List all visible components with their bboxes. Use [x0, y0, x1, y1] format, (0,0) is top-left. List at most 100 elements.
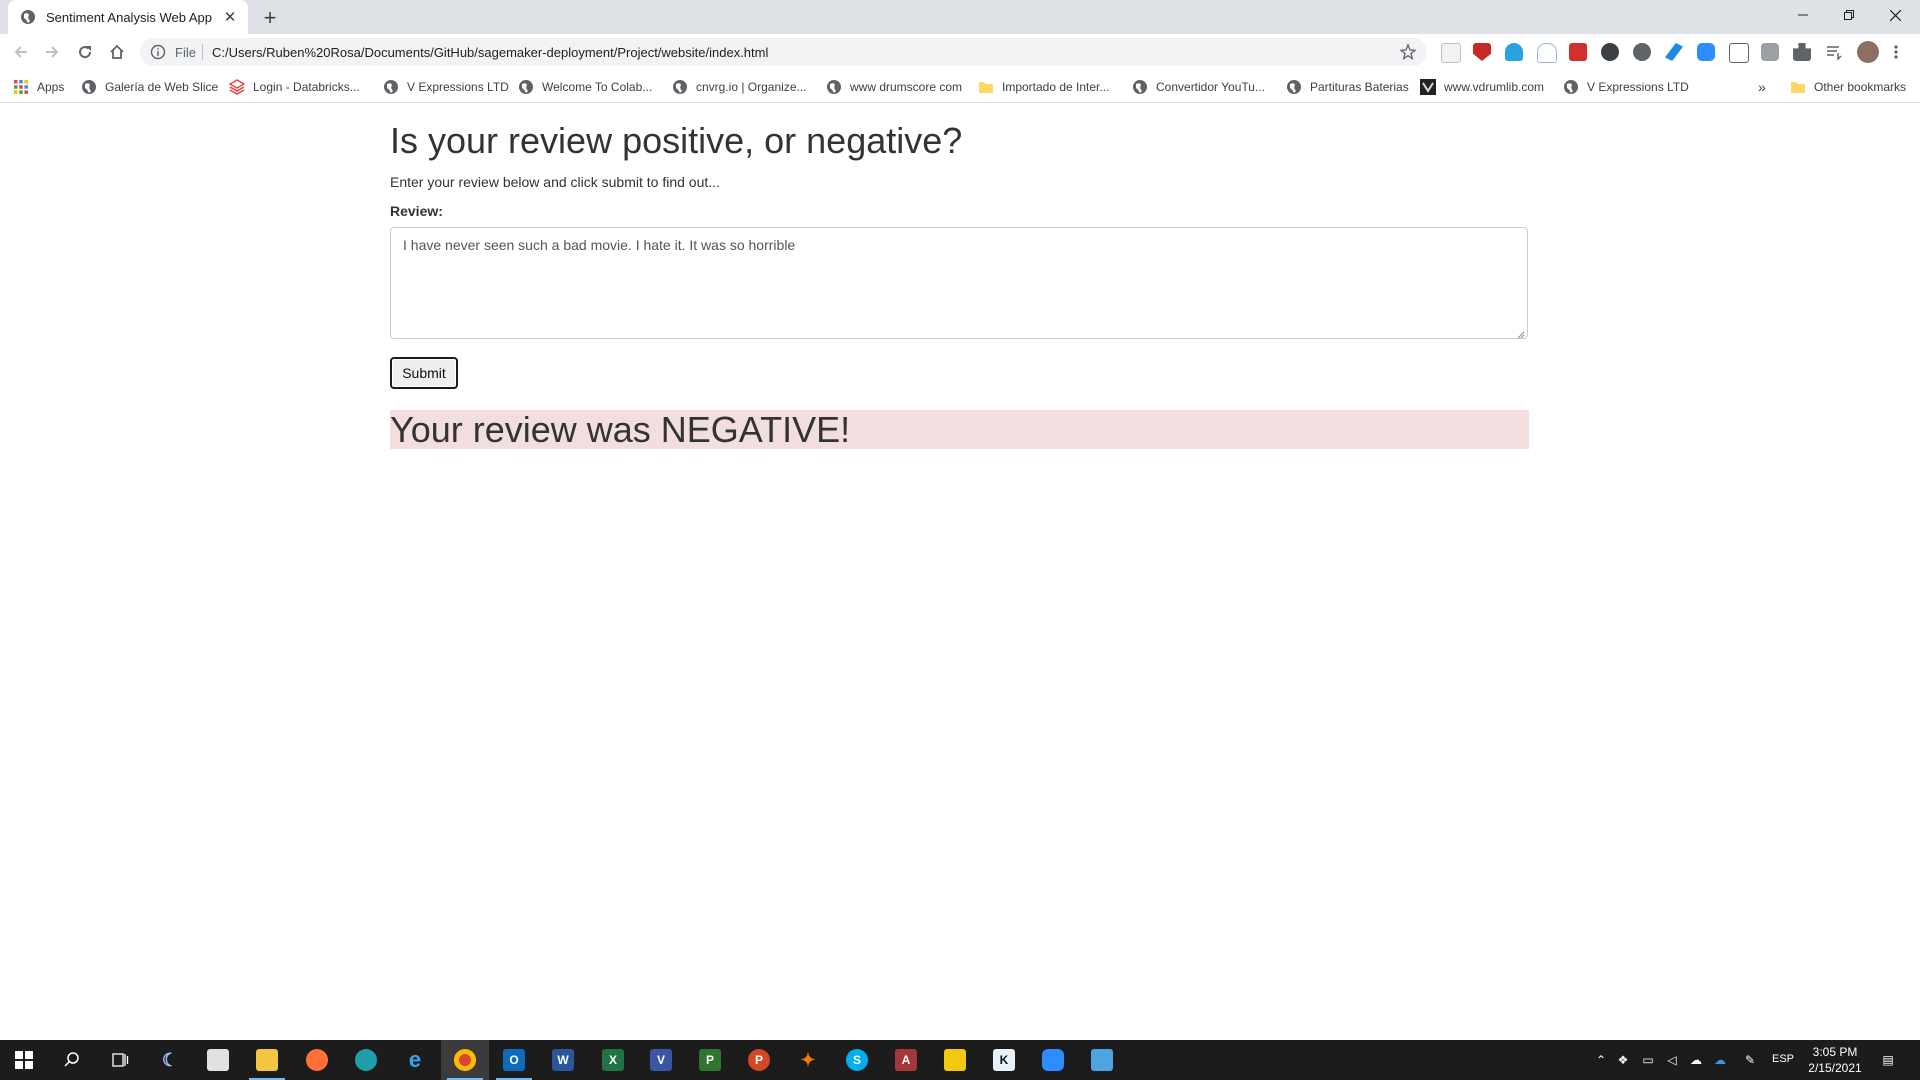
bookmark-item[interactable]: Login - Databricks...: [228, 78, 360, 96]
excel-icon: X: [602, 1049, 624, 1071]
bookmark-label: www.vdrumlib.com: [1444, 80, 1545, 94]
taskbar-app-access[interactable]: A: [882, 1040, 930, 1080]
taskbar-app-internet-explorer[interactable]: e: [391, 1040, 439, 1080]
bookmark-item[interactable]: Partituras Baterias: [1286, 78, 1409, 96]
taskbar-app-k[interactable]: K: [980, 1040, 1028, 1080]
taskbar-app-outlook[interactable]: O: [490, 1040, 538, 1080]
word-icon: W: [552, 1049, 574, 1071]
resize-handle-icon[interactable]: [1515, 326, 1525, 339]
back-button[interactable]: [7, 38, 35, 66]
review-textarea[interactable]: I have never seen such a bad movie. I ha…: [390, 227, 1528, 339]
power-bi-icon: [944, 1049, 966, 1071]
taskbar-app-snipping[interactable]: [1078, 1040, 1126, 1080]
taskbar-app-file-explorer[interactable]: [243, 1040, 291, 1080]
pdf-extension-icon[interactable]: [1569, 43, 1587, 61]
taskbar-app-word[interactable]: W: [539, 1040, 587, 1080]
more-bookmarks-button[interactable]: »: [1758, 78, 1766, 96]
address-bar[interactable]: File C:/Users/Ruben%20Rosa/Documents/Git…: [140, 38, 1427, 66]
bookmark-star-icon[interactable]: [1399, 43, 1417, 61]
battery-icon[interactable]: ▭: [1640, 1052, 1656, 1068]
taskbar-app-powerpoint[interactable]: P: [735, 1040, 783, 1080]
bookmarks-bar: Apps Galería de Web Slice Login - Databr…: [0, 70, 1920, 103]
bookmark-item[interactable]: Galería de Web Slice: [81, 78, 218, 96]
outlook-icon: O: [503, 1049, 525, 1071]
globe-icon: [1563, 79, 1579, 95]
minimize-button[interactable]: [1780, 0, 1826, 30]
taskbar-app-store[interactable]: [194, 1040, 242, 1080]
cloud-outline-extension-icon[interactable]: [1537, 43, 1557, 63]
close-window-button[interactable]: [1872, 0, 1918, 30]
browser-tab[interactable]: Sentiment Analysis Web App ✕: [8, 0, 248, 34]
reading-list-icon[interactable]: [1825, 43, 1843, 61]
avatar[interactable]: [1857, 41, 1879, 63]
clock[interactable]: 3:05 PM 2/15/2021: [1800, 1044, 1870, 1076]
bookmark-label: www drumscore com: [850, 80, 963, 94]
bookmark-apps[interactable]: Apps: [13, 78, 64, 96]
reload-button[interactable]: [71, 38, 99, 66]
cloud-extension-icon[interactable]: [1505, 43, 1523, 61]
gamepad-extension-icon[interactable]: [1601, 43, 1619, 61]
submit-button[interactable]: Submit: [390, 357, 458, 389]
other-bookmarks-folder[interactable]: Other bookmarks: [1790, 78, 1906, 96]
taskbar-app-edge[interactable]: [342, 1040, 390, 1080]
taskbar-app-chrome[interactable]: [441, 1040, 489, 1080]
bookmark-item[interactable]: V Expressions LTD: [383, 78, 509, 96]
notifications-icon[interactable]: ▤: [1880, 1052, 1896, 1068]
bookmark-item[interactable]: Convertidor YouTu...: [1132, 78, 1265, 96]
dropbox-icon[interactable]: ❖: [1615, 1052, 1631, 1068]
taskbar-app-zoom[interactable]: [1029, 1040, 1077, 1080]
onedrive-blue-icon[interactable]: ☁: [1712, 1052, 1728, 1068]
camera-extension-icon[interactable]: [1761, 43, 1779, 61]
zoom-extension-icon[interactable]: [1697, 43, 1715, 61]
forward-button[interactable]: [38, 38, 66, 66]
globe-icon: [81, 79, 97, 95]
windows-icon: [15, 1051, 33, 1069]
taskbar-app-cortana[interactable]: ☾: [146, 1040, 194, 1080]
chevron-up-icon[interactable]: ⌃: [1593, 1052, 1609, 1068]
close-tab-icon[interactable]: ✕: [220, 7, 240, 27]
start-button[interactable]: [0, 1040, 48, 1080]
extension-icon[interactable]: [1441, 43, 1461, 63]
bookmark-label: Convertidor YouTu...: [1156, 80, 1265, 94]
chrome-icon: [454, 1049, 476, 1071]
url-text[interactable]: C:/Users/Ruben%20Rosa/Documents/GitHub/s…: [212, 45, 768, 60]
bookmark-item[interactable]: Welcome To Colab...: [518, 78, 652, 96]
search-button[interactable]: [48, 1040, 96, 1080]
restore-button[interactable]: [1826, 0, 1872, 30]
browser-toolbar: File C:/Users/Ruben%20Rosa/Documents/Git…: [0, 34, 1920, 70]
volume-icon[interactable]: ◁: [1664, 1052, 1680, 1068]
taskbar-app-project[interactable]: P: [686, 1040, 734, 1080]
c-extension-icon[interactable]: [1729, 43, 1749, 63]
taskbar-app-visio[interactable]: V: [637, 1040, 685, 1080]
store-icon: [207, 1049, 229, 1071]
browser-tab-strip: Sentiment Analysis Web App ✕ +: [0, 0, 1920, 34]
home-button[interactable]: [103, 38, 131, 66]
k-app-icon: K: [993, 1049, 1015, 1071]
taskbar-app-skype[interactable]: S: [833, 1040, 881, 1080]
bookmark-item[interactable]: www drumscore com: [826, 78, 962, 96]
firefox-icon: [306, 1049, 328, 1071]
project-icon: P: [699, 1049, 721, 1071]
taskbar-app-excel[interactable]: X: [589, 1040, 637, 1080]
taskbar-app-power-bi[interactable]: [931, 1040, 979, 1080]
edge-icon: [355, 1049, 377, 1071]
vdrumlib-icon: [1420, 79, 1436, 95]
menu-dots-icon[interactable]: [1893, 43, 1899, 61]
taskbar-app-butterfly[interactable]: ✦: [784, 1040, 832, 1080]
onedrive-white-icon[interactable]: ☁: [1688, 1052, 1704, 1068]
new-tab-button[interactable]: +: [258, 5, 282, 30]
tab-title: Sentiment Analysis Web App: [46, 9, 212, 25]
cortana-icon: ☾: [161, 1049, 179, 1070]
bookmark-item[interactable]: cnvrg.io | Organize...: [672, 78, 807, 96]
language-indicator[interactable]: ESP: [1772, 1053, 1794, 1065]
info-icon[interactable]: [150, 44, 166, 60]
bookmark-label: Partituras Baterias: [1310, 80, 1409, 94]
task-view-button[interactable]: [96, 1040, 144, 1080]
bookmark-label: Importado de Inter...: [1002, 80, 1110, 94]
pen-icon[interactable]: ✎: [1742, 1052, 1758, 1068]
bookmark-item[interactable]: www.vdrumlib.com: [1420, 78, 1544, 96]
taskbar-app-firefox[interactable]: [293, 1040, 341, 1080]
circle-extension-icon[interactable]: [1633, 43, 1651, 61]
bookmark-item[interactable]: V Expressions LTD: [1563, 78, 1689, 96]
bookmark-folder[interactable]: Importado de Inter...: [978, 78, 1109, 96]
